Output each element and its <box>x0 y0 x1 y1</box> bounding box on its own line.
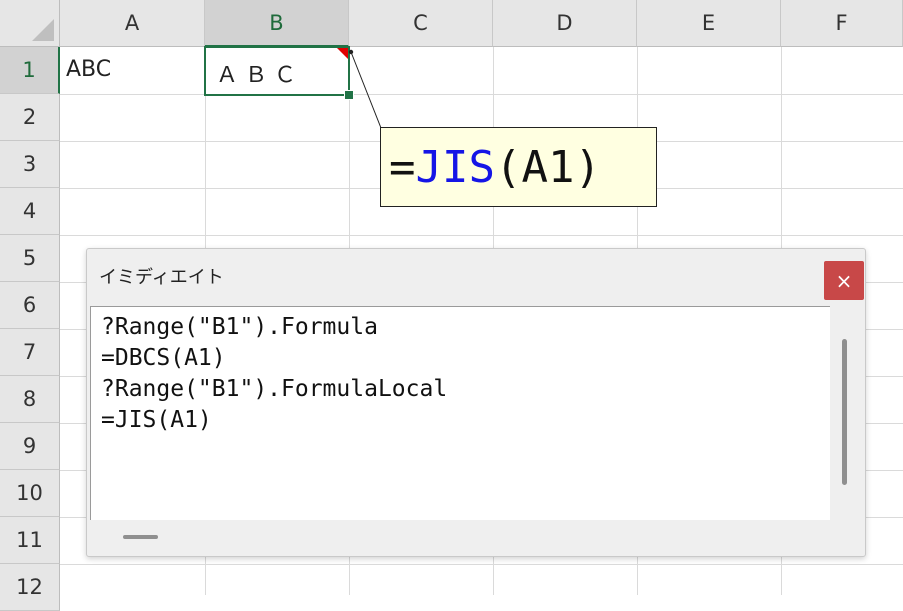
code-line: ?Range("B1").Formula <box>101 314 378 340</box>
leader-line <box>350 51 382 129</box>
immediate-window-editor[interactable]: ?Range("B1").Formula =DBCS(A1) ?Range("B… <box>90 306 830 520</box>
close-button[interactable]: × <box>824 261 864 300</box>
code-line: =DBCS(A1) <box>101 345 226 371</box>
vertical-scrollbar-thumb[interactable] <box>842 339 847 485</box>
cell-comment-box[interactable]: = JIS (A1) <box>380 127 657 207</box>
code-line: ?Range("B1").FormulaLocal <box>101 376 448 402</box>
comment-function-name: JIS <box>415 141 495 193</box>
code-line: =JIS(A1) <box>101 407 212 433</box>
close-icon: × <box>835 268 853 293</box>
immediate-window-title: イミディエイト <box>99 267 224 288</box>
comment-args: (A1) <box>494 141 601 193</box>
comment-prefix: = <box>389 141 416 193</box>
leader-anchor <box>348 49 354 55</box>
immediate-window[interactable]: イミディエイト × ?Range("B1").Formula =DBCS(A1)… <box>86 248 866 557</box>
horizontal-scrollbar-thumb[interactable] <box>123 535 158 539</box>
